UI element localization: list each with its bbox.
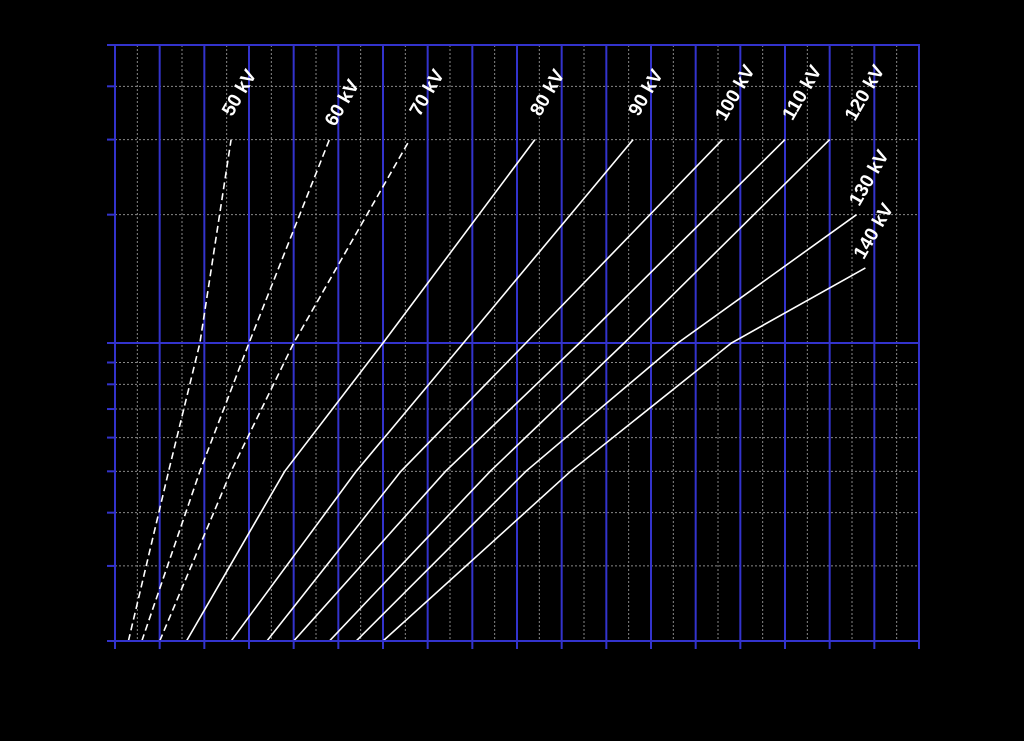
curve-label: 60 kV xyxy=(321,76,364,130)
curve-label: 80 kV xyxy=(526,66,569,120)
x-tick-label: 45 xyxy=(506,661,527,682)
y-tick-label: 6 xyxy=(90,429,101,450)
y-tick-label: 10 xyxy=(80,334,101,355)
y-tick-label: 8 xyxy=(90,375,101,396)
y-tick-label: 40 xyxy=(80,77,101,98)
curve-label: 130 kV xyxy=(845,147,893,210)
x-tick-label: 85 xyxy=(864,661,885,682)
y-tick-label: 5 xyxy=(90,462,101,483)
y-tick-label: 9 xyxy=(90,354,101,375)
x-tick-label: 10 xyxy=(194,661,215,682)
x-tick-label: 5 xyxy=(154,661,165,682)
x-tick-labels: 0 5 10 15 20 25 30 35 40 45 50 55 60 65 70 75 80 85 90 xyxy=(110,661,930,682)
x-tick-label: 0 xyxy=(110,661,121,682)
curve-label: 120 kV xyxy=(841,61,889,124)
y-tick-labels: 2 3 4 5 6 7 8910 20 30 40 50 xyxy=(80,36,102,653)
curve-label: 100 kV xyxy=(711,61,759,124)
y-tick-label: 7 xyxy=(90,400,101,421)
x-tick-label: 15 xyxy=(238,661,259,682)
curve-label: 50 kV xyxy=(218,66,261,120)
y-tick-label: 4 xyxy=(90,504,101,525)
chart-title: EXPOSURE DIAGRAM - FFD = 700 mm, Film: A… xyxy=(138,1,887,20)
y-tick-label: 50 xyxy=(80,36,101,57)
x-tick-label: 30 xyxy=(372,661,393,682)
x-tick-label: 25 xyxy=(328,661,349,682)
x-tick-label: 35 xyxy=(417,661,438,682)
x-tick-label: 80 xyxy=(819,661,840,682)
exposure-chart: EXPOSURE DIAGRAM - FFD = 700 mm, Film: A… xyxy=(10,1,930,740)
x-tick-label: 65 xyxy=(685,661,706,682)
curve-140-kv xyxy=(382,267,866,642)
x-axis-label: mm CaCO3 xyxy=(446,703,577,740)
x-tick-label: 50 xyxy=(551,661,572,682)
x-tick-label: 75 xyxy=(774,661,795,682)
y-tick-label: 30 xyxy=(80,131,101,152)
x-tick-label: 20 xyxy=(283,661,304,682)
x-tick-label: 40 xyxy=(462,661,483,682)
major-grid xyxy=(107,44,920,649)
curve-label: 90 kV xyxy=(625,66,668,120)
x-axis-label-main: mm CaCO xyxy=(446,703,569,733)
y-tick-label: 2 xyxy=(90,632,101,653)
y-axis-label: mA x min xyxy=(10,297,40,404)
y-tick-label: 3 xyxy=(90,557,101,578)
x-tick-label: 70 xyxy=(730,661,751,682)
x-tick-label: 55 xyxy=(596,661,617,682)
curve-label: 70 kV xyxy=(406,66,449,120)
y-tick-label: 20 xyxy=(80,206,101,227)
x-axis-label-subscript: 3 xyxy=(569,723,577,740)
x-tick-label: 90 xyxy=(908,661,929,682)
x-tick-label: 60 xyxy=(640,661,661,682)
